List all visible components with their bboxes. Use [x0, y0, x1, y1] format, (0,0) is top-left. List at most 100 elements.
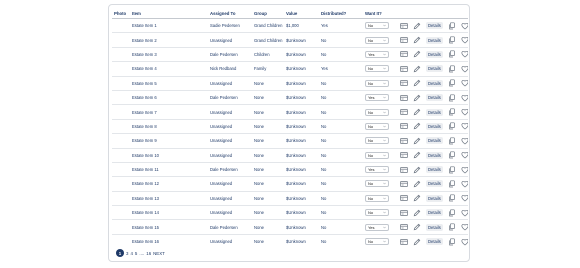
card-icon[interactable] — [400, 122, 408, 130]
pencil-icon[interactable] — [413, 151, 421, 159]
header-distributed[interactable]: Distributed? — [319, 8, 363, 19]
heart-icon[interactable] — [461, 79, 468, 87]
card-icon[interactable] — [400, 180, 408, 188]
copy-icon[interactable] — [448, 122, 456, 130]
page-current[interactable]: 1 — [116, 249, 124, 257]
details-button[interactable]: Details — [426, 50, 443, 58]
card-icon[interactable] — [400, 36, 408, 44]
want-it-select[interactable]: No — [365, 238, 389, 246]
heart-icon[interactable] — [461, 108, 468, 116]
want-it-select[interactable]: Yes — [365, 50, 389, 58]
header-want-it[interactable]: Want It? — [363, 8, 398, 19]
pencil-icon[interactable] — [413, 108, 421, 116]
copy-icon[interactable] — [448, 79, 456, 87]
header-item[interactable]: Item — [130, 8, 208, 19]
copy-icon[interactable] — [448, 194, 456, 202]
card-icon[interactable] — [400, 50, 408, 58]
header-assigned-to[interactable]: Assigned To — [208, 8, 252, 19]
pencil-icon[interactable] — [413, 79, 421, 87]
heart-icon[interactable] — [461, 50, 468, 58]
heart-icon[interactable] — [461, 166, 468, 174]
card-icon[interactable] — [400, 94, 408, 102]
details-button[interactable]: Details — [426, 137, 443, 145]
heart-icon[interactable] — [461, 238, 468, 246]
pencil-icon[interactable] — [413, 223, 421, 231]
next-page-link[interactable]: NEXT — [153, 251, 165, 256]
details-button[interactable]: Details — [426, 223, 443, 231]
copy-icon[interactable] — [448, 237, 456, 246]
copy-icon[interactable] — [448, 36, 456, 44]
heart-icon[interactable] — [461, 122, 468, 130]
page-link[interactable]: 4 — [130, 251, 132, 256]
details-button[interactable]: Details — [426, 22, 443, 30]
want-it-select[interactable]: Yes — [365, 94, 389, 102]
pencil-icon[interactable] — [413, 122, 421, 130]
copy-icon[interactable] — [448, 94, 456, 102]
copy-icon[interactable] — [448, 223, 456, 231]
card-icon[interactable] — [400, 194, 408, 202]
pencil-icon[interactable] — [413, 50, 421, 58]
pencil-icon[interactable] — [413, 209, 421, 217]
heart-icon[interactable] — [461, 180, 468, 188]
pencil-icon[interactable] — [413, 166, 421, 174]
page-link-last[interactable]: 16 — [146, 251, 151, 256]
pencil-icon[interactable] — [413, 36, 421, 44]
details-button[interactable]: Details — [426, 122, 443, 130]
card-icon[interactable] — [400, 209, 408, 217]
pencil-icon[interactable] — [413, 137, 421, 145]
heart-icon[interactable] — [461, 209, 468, 217]
details-button[interactable]: Details — [426, 79, 443, 87]
details-button[interactable]: Details — [426, 238, 443, 246]
pencil-icon[interactable] — [413, 65, 421, 73]
card-icon[interactable] — [400, 151, 408, 159]
header-group[interactable]: Group — [252, 8, 284, 19]
pencil-icon[interactable] — [413, 94, 421, 102]
copy-icon[interactable] — [448, 166, 456, 174]
copy-icon[interactable] — [448, 180, 456, 188]
heart-icon[interactable] — [461, 194, 468, 202]
want-it-select[interactable]: No — [365, 151, 389, 159]
want-it-select[interactable]: No — [365, 209, 389, 217]
card-icon[interactable] — [400, 22, 408, 30]
card-icon[interactable] — [400, 137, 408, 145]
want-it-select[interactable]: No — [365, 36, 389, 44]
details-button[interactable]: Details — [426, 36, 443, 44]
heart-icon[interactable] — [461, 94, 468, 102]
heart-icon[interactable] — [461, 223, 468, 231]
want-it-select[interactable]: No — [365, 79, 389, 87]
details-button[interactable]: Details — [426, 209, 443, 217]
pencil-icon[interactable] — [413, 180, 421, 188]
heart-icon[interactable] — [461, 151, 468, 159]
want-it-select[interactable]: Yes — [365, 166, 389, 174]
card-icon[interactable] — [400, 238, 408, 246]
want-it-select[interactable]: No — [365, 180, 389, 188]
want-it-select[interactable]: No — [365, 137, 389, 145]
card-icon[interactable] — [400, 108, 408, 116]
want-it-select[interactable]: No — [365, 194, 389, 202]
copy-icon[interactable] — [448, 151, 456, 159]
card-icon[interactable] — [400, 79, 408, 87]
page-link[interactable]: 3 — [126, 251, 128, 256]
heart-icon[interactable] — [461, 65, 468, 73]
copy-icon[interactable] — [448, 108, 456, 116]
page-link[interactable]: 5 — [135, 251, 137, 256]
header-value[interactable]: Value — [284, 8, 319, 19]
details-button[interactable]: Details — [426, 108, 443, 116]
heart-icon[interactable] — [461, 137, 468, 145]
copy-icon[interactable] — [448, 65, 456, 73]
heart-icon[interactable] — [461, 22, 468, 30]
pencil-icon[interactable] — [413, 238, 421, 246]
copy-icon[interactable] — [448, 209, 456, 217]
want-it-select[interactable]: No — [365, 22, 389, 30]
heart-icon[interactable] — [461, 36, 468, 44]
want-it-select[interactable]: Yes — [365, 223, 389, 231]
details-button[interactable]: Details — [426, 194, 443, 202]
details-button[interactable]: Details — [426, 65, 443, 73]
card-icon[interactable] — [400, 223, 408, 231]
pencil-icon[interactable] — [413, 194, 421, 202]
want-it-select[interactable]: No — [365, 65, 389, 73]
copy-icon[interactable] — [448, 22, 456, 30]
details-button[interactable]: Details — [426, 180, 443, 188]
copy-icon[interactable] — [448, 137, 456, 145]
pencil-icon[interactable] — [413, 22, 421, 30]
